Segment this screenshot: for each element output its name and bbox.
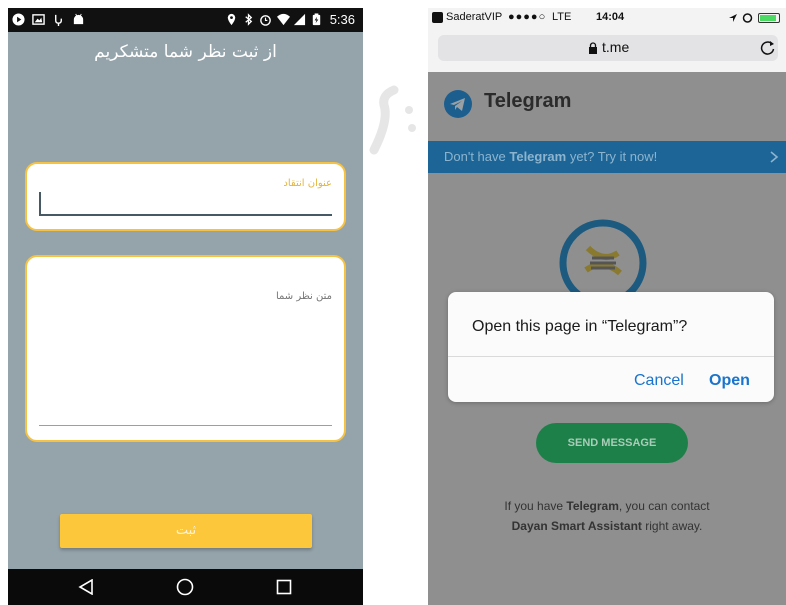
recents-icon[interactable] [276, 579, 292, 595]
location-arrow-icon [729, 14, 737, 22]
chevron-right-icon [770, 151, 779, 163]
telegram-logo-icon [444, 90, 472, 118]
body-textarea[interactable] [39, 309, 337, 423]
footer-text: If you have Telegram, you can contact Da… [428, 496, 786, 536]
dna-logo-icon [559, 219, 647, 298]
image-icon [32, 14, 45, 25]
signal-icon [293, 13, 306, 26]
ios-screen: SaderatVIP ●●●●○ LTE 14:04 t.me Telegram… [428, 8, 786, 605]
text-cursor [39, 192, 41, 214]
network-type: LTE [552, 11, 572, 23]
cancel-button[interactable]: Cancel [634, 372, 684, 390]
usb-icon [55, 14, 62, 26]
wifi-icon [277, 13, 290, 26]
submit-button[interactable]: ثبت [60, 514, 312, 548]
footer-line2-suffix: right away. [641, 519, 703, 533]
thank-you-header: از ثبت نظر شما متشکریم [94, 42, 277, 62]
footer-line-2: Dayan Smart Assistant right away. [428, 516, 786, 536]
telegram-header: Telegram [428, 80, 786, 124]
battery-icon [758, 13, 780, 23]
body-field-underline [39, 425, 332, 426]
footer-line-1: If you have Telegram, you can contact [428, 496, 786, 516]
banner-prefix: Don't have [444, 149, 510, 164]
title-field-card[interactable]: عنوان انتقاد [25, 162, 346, 231]
android-screen: 5:36 از ثبت نظر شما متشکریم عنوان انتقاد… [8, 8, 363, 605]
title-field-label: عنوان انتقاد [283, 178, 332, 189]
battery-icon [312, 13, 321, 26]
title-field-underline [39, 214, 332, 216]
android-status-bar: 5:36 [8, 8, 363, 32]
ios-status-time: 14:04 [596, 11, 625, 23]
footer-brand: Telegram [566, 499, 619, 513]
footer-suffix: , you can contact [618, 499, 710, 513]
dialog-divider [448, 356, 774, 357]
body-field-card[interactable]: متن نظر شما [25, 255, 346, 442]
try-telegram-banner[interactable]: Don't have Telegram yet? Try it now! [428, 141, 786, 173]
banner-suffix: yet? Try it now! [566, 149, 658, 164]
banner-text: Don't have Telegram yet? Try it now! [444, 149, 657, 164]
watermark-stroke [369, 85, 416, 155]
footer-prefix: If you have [504, 499, 567, 513]
open-button[interactable]: Open [709, 372, 750, 390]
home-icon[interactable] [176, 578, 194, 596]
dialog-question: Open this page in “Telegram”? [472, 318, 688, 335]
alarm-icon [742, 13, 753, 23]
title-input[interactable] [43, 192, 337, 214]
android-nav-bar [8, 569, 363, 605]
bluetooth-icon [245, 13, 253, 26]
safari-address-area: t.me [428, 28, 786, 72]
back-to-app-icon [432, 12, 443, 23]
android-icon [73, 13, 84, 25]
send-message-button[interactable]: SEND MESSAGE [536, 423, 688, 463]
address-bar[interactable]: t.me [438, 35, 778, 61]
location-icon [227, 13, 236, 26]
assistant-name: Dayan Smart Assistant [511, 519, 642, 533]
back-icon[interactable] [78, 579, 94, 595]
carrier-name: SaderatVIP [446, 11, 503, 23]
alarm-icon [260, 15, 271, 26]
url-text: t.me [602, 39, 630, 55]
status-time: 5:36 [329, 12, 355, 27]
lock-icon [589, 42, 597, 54]
signal-dots-icon: ●●●●○ [508, 11, 547, 23]
play-icon [12, 13, 25, 26]
open-in-app-dialog: Open this page in “Telegram”? Cancel Ope… [448, 292, 774, 402]
banner-brand: Telegram [509, 149, 567, 164]
body-field-label: متن نظر شما [275, 291, 332, 302]
telegram-title: Telegram [484, 90, 572, 112]
ios-status-bar: SaderatVIP ●●●●○ LTE 14:04 [428, 8, 786, 28]
reload-icon[interactable] [760, 40, 776, 56]
